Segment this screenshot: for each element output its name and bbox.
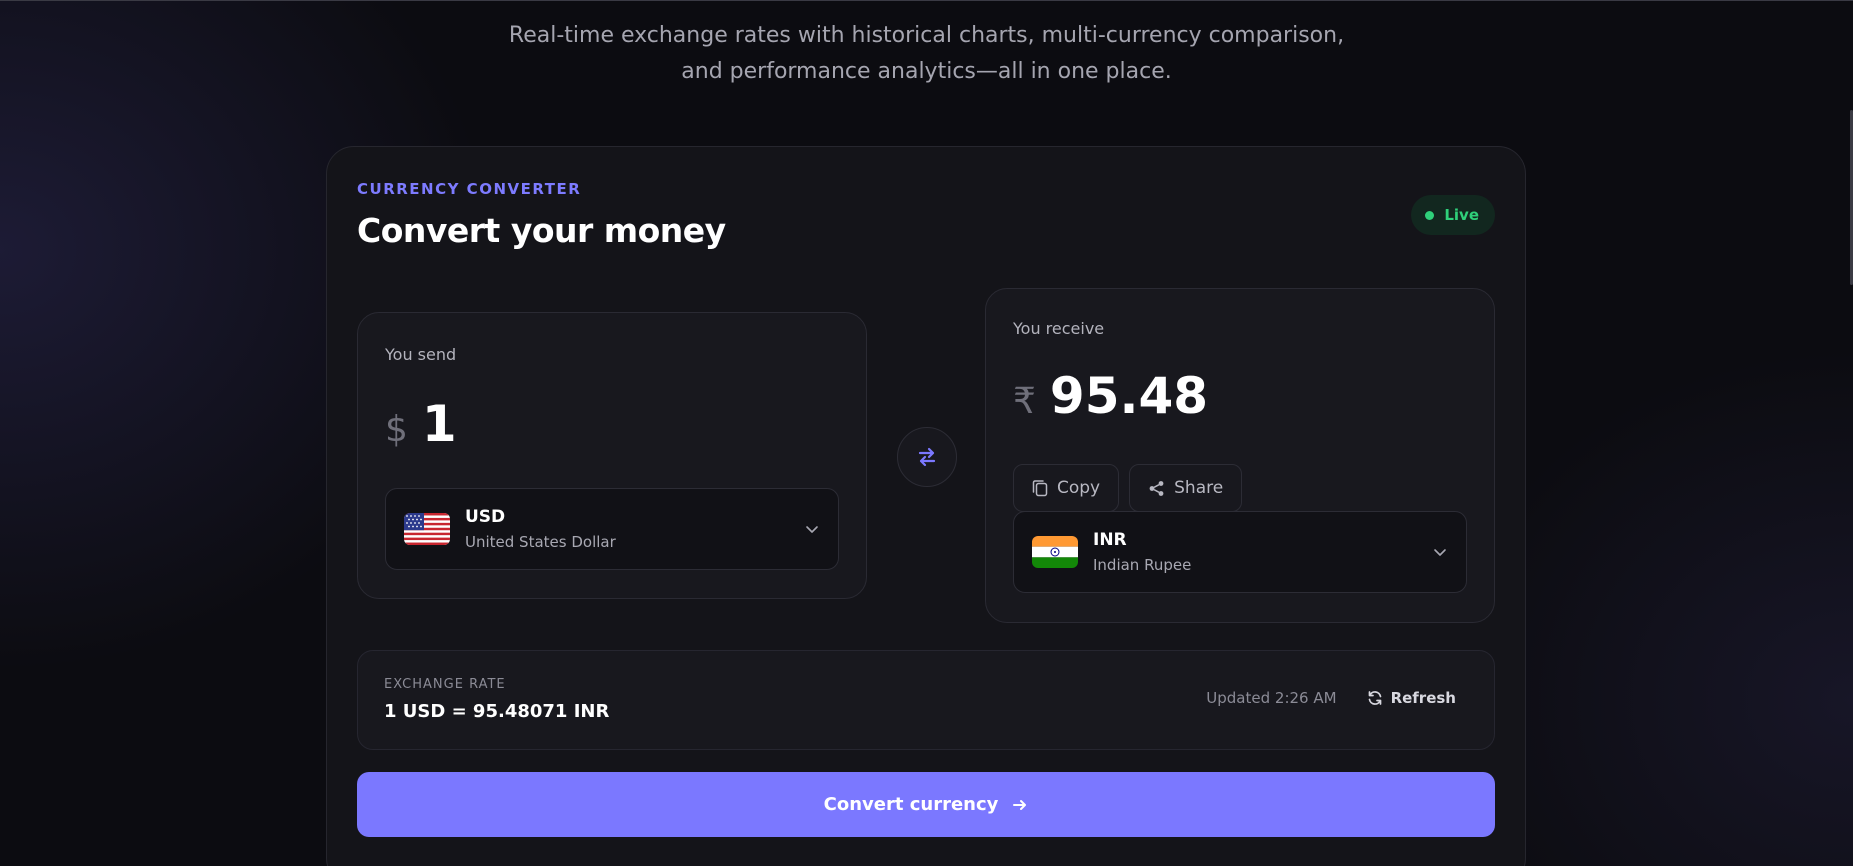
tagline-line-1: Real-time exchange rates with historical… <box>508 23 1345 48</box>
refresh-label: Refresh <box>1390 689 1456 707</box>
send-amount-row[interactable]: $ 1 <box>385 395 457 453</box>
refresh-icon <box>1368 691 1381 705</box>
send-label: You send <box>385 345 457 364</box>
share-button[interactable]: Share <box>1129 464 1243 512</box>
exchange-rate-box: EXCHANGE RATE 1 USD = 95.48071 INR Updat… <box>357 650 1495 750</box>
copy-button[interactable]: Copy <box>1013 464 1120 512</box>
receive-panel: You receive ₹ 95.48 Copy Share INR India… <box>985 288 1495 623</box>
rate-meta: Updated 2:26 AM Refresh <box>1206 689 1456 707</box>
receive-actions: Copy Share <box>1013 464 1243 512</box>
swap-currencies-button[interactable] <box>897 427 957 487</box>
receive-label: You receive <box>1013 319 1105 338</box>
chevron-down-icon <box>806 526 818 533</box>
copy-label: Copy <box>1057 478 1101 498</box>
refresh-button[interactable]: Refresh <box>1367 689 1456 707</box>
receive-currency-text: INR Indian Rupee <box>1093 530 1432 574</box>
live-status-badge: Live <box>1411 195 1495 235</box>
send-currency-code: USD <box>465 507 506 527</box>
swap-arrows-icon <box>918 447 936 467</box>
receive-amount: 95.48 <box>1049 367 1209 425</box>
top-divider <box>0 0 1853 1</box>
updated-timestamp: Updated 2:26 AM <box>1206 689 1337 707</box>
send-currency-symbol: $ <box>385 409 408 450</box>
converter-title: Convert your money <box>357 211 726 250</box>
copy-icon <box>1032 480 1048 497</box>
tagline-line-2: and performance analytics—all in one pla… <box>681 59 1172 84</box>
send-amount-input[interactable]: 1 <box>422 395 457 453</box>
live-dot-icon <box>1425 210 1435 220</box>
convert-currency-button[interactable]: Convert currency <box>357 772 1495 837</box>
india-flag-icon <box>1032 536 1078 568</box>
arrow-right-icon <box>1013 799 1027 810</box>
section-eyebrow: CURRENCY CONVERTER <box>357 180 582 198</box>
exchange-rate-value: 1 USD = 95.48071 INR <box>384 701 610 722</box>
share-icon <box>1149 480 1164 496</box>
live-status-label: Live <box>1444 206 1479 224</box>
send-panel: You send $ 1 USD United States Dollar <box>357 312 867 599</box>
exchange-rate-label: EXCHANGE RATE <box>384 677 506 692</box>
receive-currency-name: Indian Rupee <box>1093 556 1192 574</box>
send-currency-text: USD United States Dollar <box>465 507 804 551</box>
send-currency-select[interactable]: USD United States Dollar <box>385 488 839 570</box>
send-currency-name: United States Dollar <box>465 533 616 551</box>
converter-card: CURRENCY CONVERTER Convert your money Li… <box>326 146 1526 866</box>
receive-amount-row: ₹ 95.48 <box>1013 367 1208 425</box>
receive-currency-symbol: ₹ <box>1013 381 1036 422</box>
chevron-down-icon <box>1434 549 1446 556</box>
receive-currency-select[interactable]: INR Indian Rupee <box>1013 511 1467 593</box>
share-label: Share <box>1174 478 1224 498</box>
receive-currency-code: INR <box>1093 530 1127 550</box>
us-flag-icon <box>404 513 450 545</box>
hero-tagline: Real-time exchange rates with historical… <box>0 18 1853 90</box>
convert-label: Convert currency <box>823 794 999 815</box>
